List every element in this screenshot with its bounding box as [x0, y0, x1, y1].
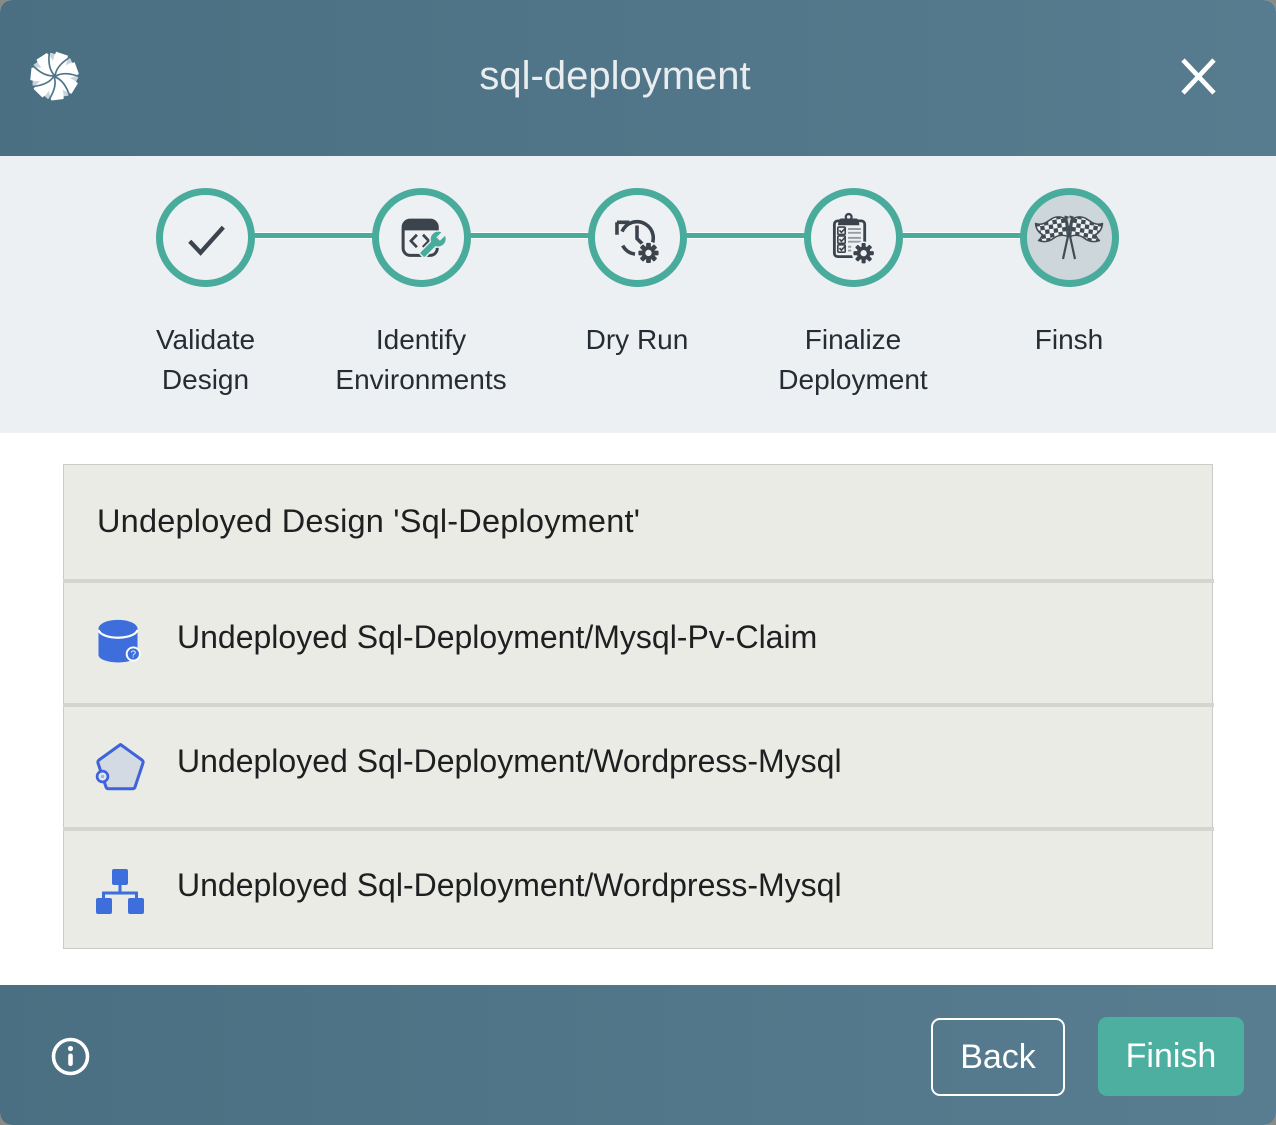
svg-text:?: ? — [131, 650, 137, 661]
